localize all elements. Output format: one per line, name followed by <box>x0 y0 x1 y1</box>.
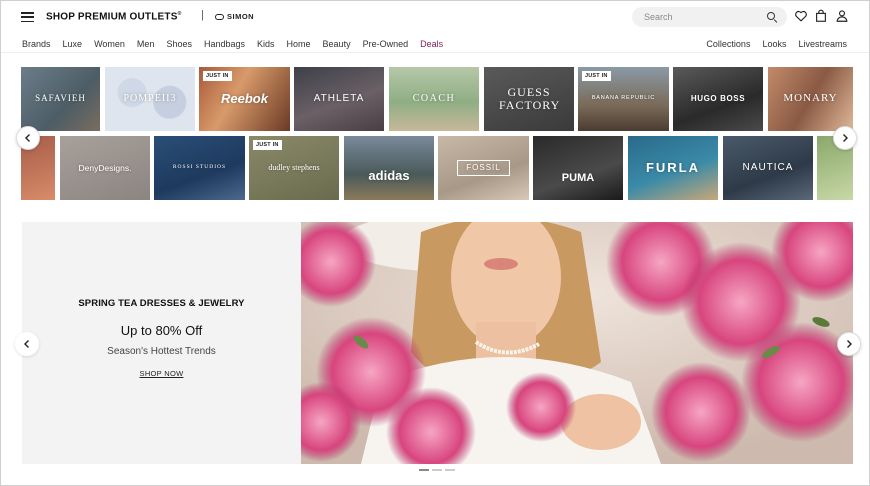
chevron-left-icon <box>24 340 29 348</box>
logo-separator: | <box>201 9 204 21</box>
hero-offer: Up to 80% Off <box>120 323 203 338</box>
browser-viewport: SHOP PREMIUM OUTLETS® | SIMON Brands Lux… <box>0 0 870 486</box>
brand-tile-furla[interactable]: FURLA <box>628 136 718 200</box>
brand-tile-reebok[interactable]: JUST IN Reebok <box>199 67 290 131</box>
hero-prev-button[interactable] <box>15 332 39 356</box>
simon-logo[interactable]: SIMON <box>215 12 254 21</box>
hero-subtitle: Season's Hottest Trends <box>107 346 216 357</box>
hero-image[interactable] <box>301 222 853 464</box>
nav-brands[interactable]: Brands <box>22 39 51 49</box>
just-in-badge: JUST IN <box>203 71 232 81</box>
nav-home[interactable]: Home <box>287 39 311 49</box>
brand-tile-coach[interactable]: COACH <box>389 67 479 131</box>
brand-tile-nautica[interactable]: NAUTICA <box>723 136 813 200</box>
brand-carousel-next-button[interactable] <box>833 126 857 150</box>
hero-next-button[interactable] <box>837 332 861 356</box>
brand-tile-dudley-stephens[interactable]: JUST IN dudley stephens <box>249 136 339 200</box>
user-icon[interactable] <box>835 9 849 23</box>
main-nav: Brands Luxe Women Men Shoes Handbags Kid… <box>1 33 869 53</box>
search-icon[interactable] <box>767 12 775 20</box>
brand-tile-guess-factory[interactable]: GUESS FACTORY <box>484 67 574 131</box>
brand-tile-deny-designs[interactable]: DenyDesigns. <box>60 136 150 200</box>
site-logo[interactable]: SHOP PREMIUM OUTLETS® <box>46 11 182 22</box>
brand-tile-puma[interactable]: PUMA <box>533 136 623 200</box>
brand-tile-rossi-studios[interactable]: ROSSI STUDIOS <box>154 136 245 200</box>
hero-pagination <box>419 469 455 471</box>
hero-dot-1[interactable] <box>419 469 429 471</box>
bag-icon[interactable] <box>814 9 828 23</box>
brand-tile-hugo-boss[interactable]: HUGO BOSS <box>673 67 763 131</box>
nav-looks[interactable]: Looks <box>762 39 786 49</box>
brand-tile-safavieh[interactable]: SAFAVIEH <box>21 67 100 131</box>
brand-tile-fossil[interactable]: FOSSIL <box>438 136 529 200</box>
brand-tile-athleta[interactable]: ATHLETA <box>294 67 384 131</box>
hero-photo-woman-with-blossoms <box>301 222 853 464</box>
nav-luxe[interactable]: Luxe <box>63 39 83 49</box>
brand-tile-banana-republic[interactable]: JUST IN BANANA REPUBLIC <box>578 67 669 131</box>
just-in-badge: JUST IN <box>582 71 611 81</box>
search-input[interactable] <box>644 10 754 24</box>
heart-icon[interactable] <box>794 9 808 23</box>
shop-now-link[interactable]: SHOP NOW <box>22 369 301 378</box>
nav-handbags[interactable]: Handbags <box>204 39 245 49</box>
simon-mark-icon <box>215 13 224 20</box>
hero-dot-2[interactable] <box>432 469 442 471</box>
site-header: SHOP PREMIUM OUTLETS® | SIMON <box>1 1 869 33</box>
hero-promo-panel: SPRING TEA DRESSES & JEWELRY Up to 80% O… <box>22 222 301 464</box>
nav-pre-owned[interactable]: Pre-Owned <box>363 39 409 49</box>
chevron-right-icon <box>843 134 848 142</box>
nav-beauty[interactable]: Beauty <box>323 39 351 49</box>
menu-icon[interactable] <box>21 12 34 22</box>
chevron-right-icon <box>847 340 852 348</box>
nav-livestreams[interactable]: Livestreams <box>798 39 847 49</box>
hero-dot-3[interactable] <box>445 469 455 471</box>
chevron-left-icon <box>25 134 30 142</box>
nav-kids[interactable]: Kids <box>257 39 275 49</box>
brand-tile-pompeii3[interactable]: POMPEII3 <box>105 67 195 131</box>
brand-tile-adidas[interactable]: adidas <box>344 136 434 200</box>
nav-shoes[interactable]: Shoes <box>166 39 192 49</box>
nav-collections[interactable]: Collections <box>706 39 750 49</box>
nav-deals[interactable]: Deals <box>420 39 443 49</box>
nav-men[interactable]: Men <box>137 39 155 49</box>
brand-carousel-prev-button[interactable] <box>16 126 40 150</box>
hero-title: SPRING TEA DRESSES & JEWELRY <box>78 298 245 309</box>
brand-tile-monary[interactable]: MONARY <box>768 67 853 131</box>
nav-women[interactable]: Women <box>94 39 125 49</box>
just-in-badge: JUST IN <box>253 140 282 150</box>
